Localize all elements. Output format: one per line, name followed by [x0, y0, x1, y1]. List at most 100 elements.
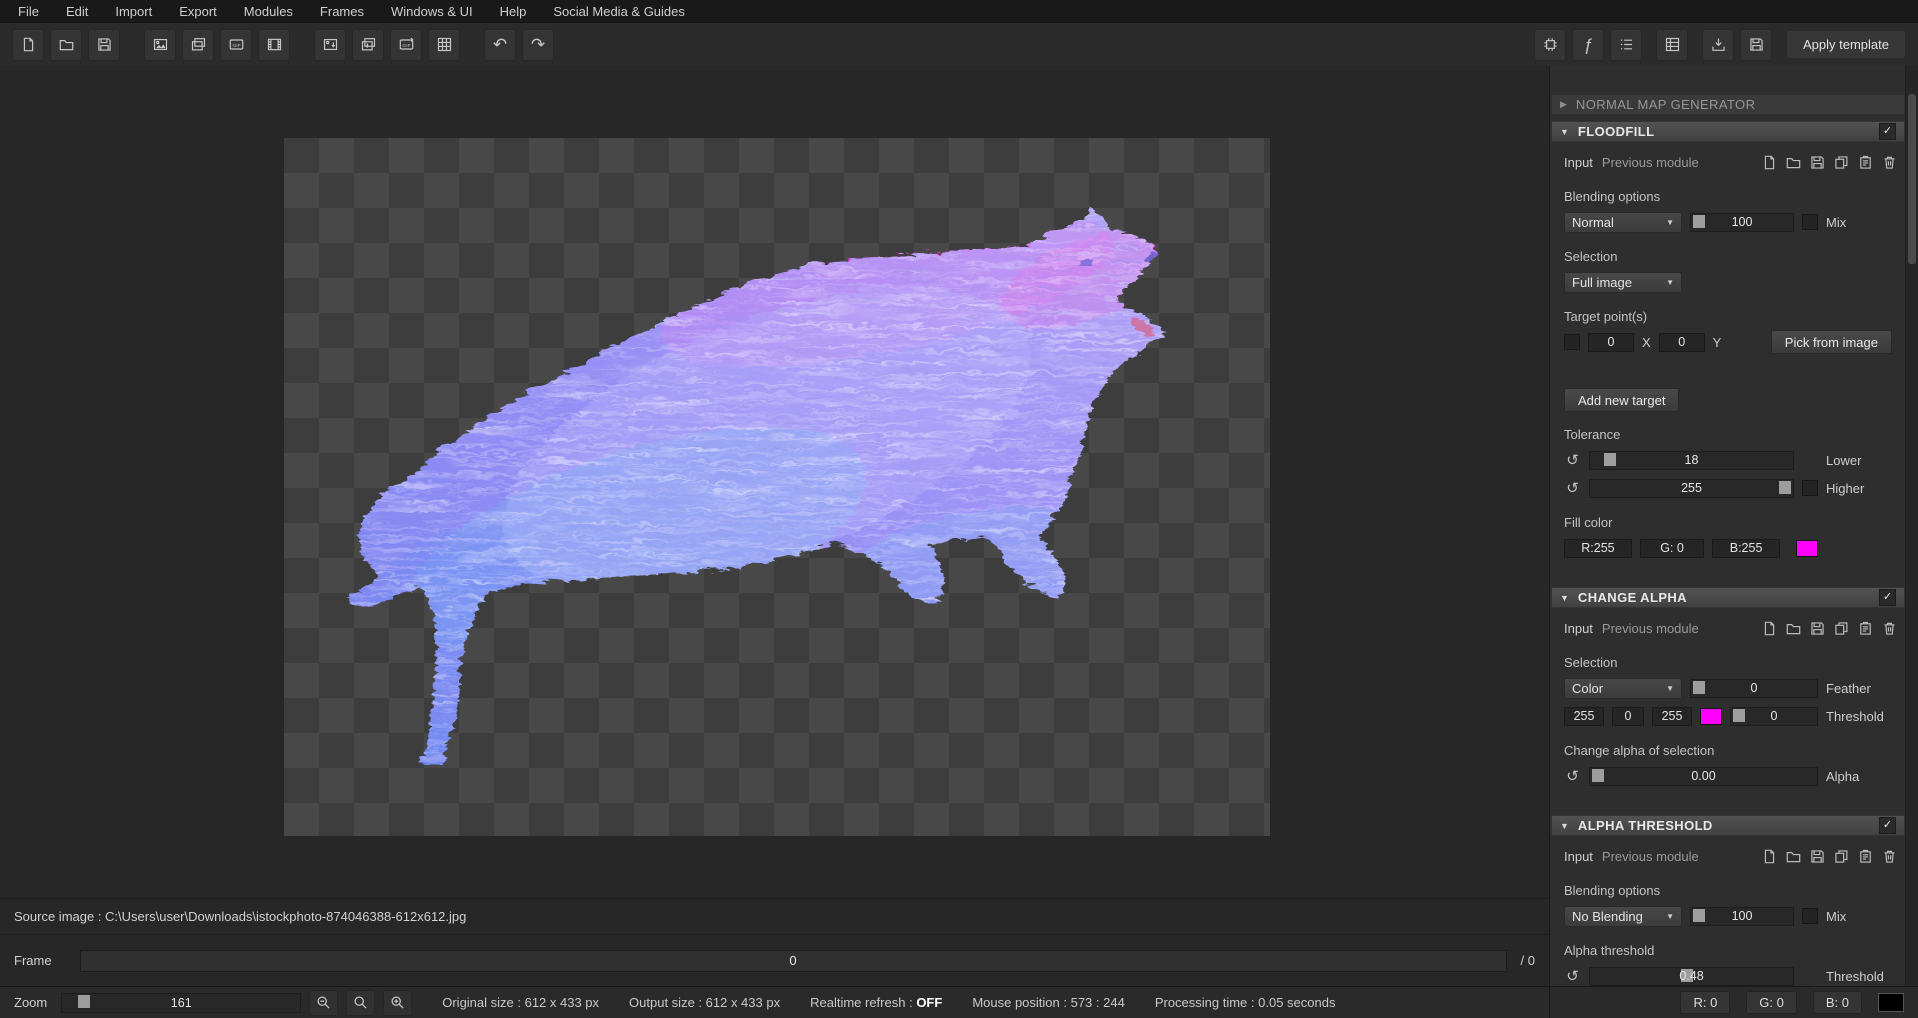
input-save-button[interactable] — [1809, 154, 1826, 171]
input-delete-button[interactable] — [1881, 620, 1898, 637]
selection-mode-dropdown[interactable]: Color ▼ — [1564, 678, 1682, 699]
input-paste-button[interactable] — [1857, 154, 1874, 171]
reset-icon[interactable]: ↺ — [1564, 769, 1581, 784]
input-new-button[interactable] — [1761, 848, 1778, 865]
reset-icon[interactable]: ↺ — [1564, 453, 1581, 468]
reset-icon[interactable]: ↺ — [1564, 481, 1581, 496]
menu-help[interactable]: Help — [500, 4, 527, 19]
tolerance-higher-slider[interactable]: 255 — [1589, 479, 1794, 498]
load-template-button[interactable] — [1702, 29, 1734, 61]
module-enabled-checkbox[interactable]: ✓ — [1879, 589, 1896, 606]
open-file-button[interactable] — [50, 29, 82, 61]
panel-scrollbar[interactable] — [1905, 66, 1918, 986]
zoom-in-button[interactable] — [383, 990, 412, 1016]
mix-checkbox[interactable] — [1802, 908, 1818, 924]
feather-slider[interactable]: 0 — [1690, 679, 1818, 698]
export-image-button[interactable] — [144, 29, 176, 61]
threshold-slider[interactable]: 0 — [1730, 707, 1818, 726]
menu-modules[interactable]: Modules — [244, 4, 293, 19]
input-delete-button[interactable] — [1881, 848, 1898, 865]
menu-frames[interactable]: Frames — [320, 4, 364, 19]
script-button[interactable]: ƒ — [1572, 29, 1604, 61]
input-new-button[interactable] — [1761, 620, 1778, 637]
fill-r-field[interactable]: R:255 — [1564, 539, 1632, 558]
export-frames-button[interactable] — [182, 29, 214, 61]
template-grid-button[interactable] — [1656, 29, 1688, 61]
apply-template-button[interactable]: Apply template — [1786, 30, 1906, 59]
import-frames-button[interactable] — [352, 29, 384, 61]
color-b-field[interactable]: 255 — [1652, 707, 1692, 726]
normal-map-generator-header[interactable]: ▶ NORMAL MAP GENERATOR — [1551, 94, 1905, 115]
input-source[interactable]: Previous module — [1602, 621, 1699, 636]
save-file-button[interactable] — [88, 29, 120, 61]
alpha-slider[interactable]: 0.00 — [1589, 767, 1818, 786]
alpha-threshold-slider[interactable]: 0.48 — [1589, 967, 1794, 986]
input-source[interactable]: Previous module — [1602, 155, 1699, 170]
mix-checkbox[interactable] — [1802, 214, 1818, 230]
selection-mode-dropdown[interactable]: Full image ▼ — [1564, 272, 1682, 293]
undo-button[interactable]: ↶ — [484, 29, 516, 61]
menu-edit[interactable]: Edit — [66, 4, 88, 19]
zoom-out-button[interactable] — [309, 990, 338, 1016]
input-source[interactable]: Previous module — [1602, 849, 1699, 864]
input-delete-button[interactable] — [1881, 154, 1898, 171]
input-paste-button[interactable] — [1857, 848, 1874, 865]
fill-g-field[interactable]: G: 0 — [1640, 539, 1704, 558]
zoom-reset-button[interactable] — [346, 990, 375, 1016]
tolerance-lower-slider[interactable]: 18 — [1589, 451, 1794, 470]
add-module-button[interactable] — [1534, 29, 1566, 61]
module-list-button[interactable] — [1610, 29, 1642, 61]
input-duplicate-button[interactable] — [1833, 620, 1850, 637]
mix-slider[interactable]: 100 — [1690, 907, 1794, 926]
selection-color-swatch[interactable] — [1700, 708, 1722, 725]
import-image-button[interactable] — [314, 29, 346, 61]
module-enabled-checkbox[interactable]: ✓ — [1879, 817, 1896, 834]
menu-social-media-guides[interactable]: Social Media & Guides — [553, 4, 685, 19]
target-y-field[interactable]: 0 — [1659, 333, 1705, 352]
canvas-viewport[interactable] — [0, 66, 1549, 898]
menu-import[interactable]: Import — [115, 4, 152, 19]
change-alpha-header[interactable]: ▼ CHANGE ALPHA ✓ — [1551, 587, 1905, 608]
blend-mode-dropdown[interactable]: No Blending ▼ — [1564, 906, 1682, 927]
color-g-field[interactable]: 0 — [1612, 707, 1644, 726]
realtime-refresh-value[interactable]: OFF — [916, 995, 942, 1010]
import-spritesheet-button[interactable] — [428, 29, 460, 61]
input-save-button[interactable] — [1809, 848, 1826, 865]
mix-slider[interactable]: 100 — [1690, 213, 1794, 232]
target-checkbox[interactable] — [1564, 334, 1580, 350]
fill-b-field[interactable]: B:255 — [1712, 539, 1780, 558]
pick-from-image-button[interactable]: Pick from image — [1771, 330, 1892, 354]
new-file-button[interactable] — [12, 29, 44, 61]
add-new-target-button[interactable]: Add new target — [1564, 388, 1679, 412]
input-open-button[interactable] — [1785, 848, 1802, 865]
tolerance-higher-checkbox[interactable] — [1802, 480, 1818, 496]
floodfill-header[interactable]: ▼ FLOODFILL ✓ — [1551, 121, 1905, 142]
blend-mode-dropdown[interactable]: Normal ▼ — [1564, 212, 1682, 233]
save-template-button[interactable] — [1740, 29, 1772, 61]
export-gif-button[interactable]: GIF — [220, 29, 252, 61]
fill-color-swatch[interactable] — [1796, 540, 1818, 557]
input-label: Input — [1564, 621, 1593, 636]
frame-slider[interactable]: 0 — [80, 950, 1507, 972]
module-enabled-checkbox[interactable]: ✓ — [1879, 123, 1896, 140]
menu-export[interactable]: Export — [179, 4, 217, 19]
scrollbar-thumb[interactable] — [1908, 94, 1916, 264]
target-x-field[interactable]: 0 — [1588, 333, 1634, 352]
input-duplicate-button[interactable] — [1833, 154, 1850, 171]
zoom-slider[interactable]: 161 — [61, 993, 301, 1013]
export-spritesheet-button[interactable] — [258, 29, 290, 61]
input-duplicate-button[interactable] — [1833, 848, 1850, 865]
import-gif-button[interactable]: GIF — [390, 29, 422, 61]
reset-icon[interactable]: ↺ — [1564, 969, 1581, 984]
input-paste-button[interactable] — [1857, 620, 1874, 637]
menu-file[interactable]: File — [18, 4, 39, 19]
input-open-button[interactable] — [1785, 620, 1802, 637]
input-save-button[interactable] — [1809, 620, 1826, 637]
menu-windows-ui[interactable]: Windows & UI — [391, 4, 473, 19]
input-open-button[interactable] — [1785, 154, 1802, 171]
input-new-button[interactable] — [1761, 154, 1778, 171]
redo-button[interactable]: ↷ — [522, 29, 554, 61]
alpha-threshold-header[interactable]: ▼ ALPHA THRESHOLD ✓ — [1551, 815, 1905, 836]
color-r-field[interactable]: 255 — [1564, 707, 1604, 726]
transparency-checkerboard[interactable] — [284, 138, 1270, 836]
